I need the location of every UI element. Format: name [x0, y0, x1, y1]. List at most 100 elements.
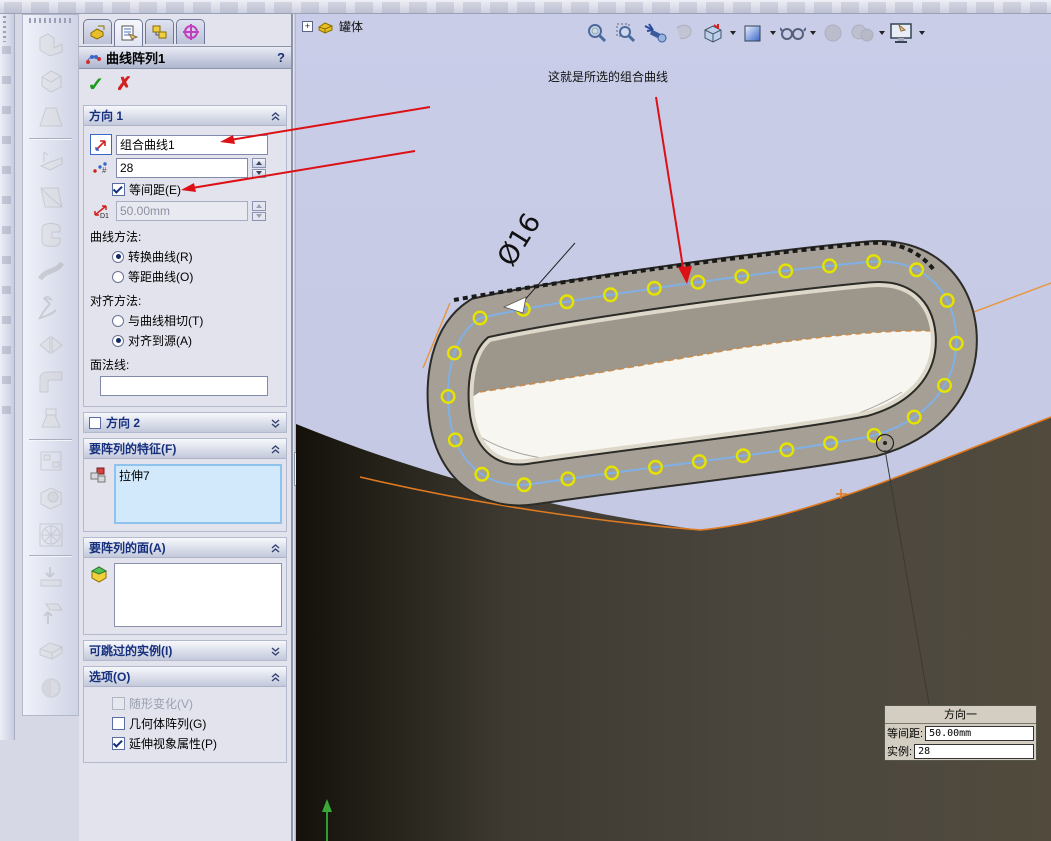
transform-curve-radio[interactable] — [112, 250, 124, 263]
instance-count-input[interactable] — [116, 158, 248, 178]
spacing-spinner[interactable] — [252, 201, 266, 221]
options-label: 选项(O) — [89, 670, 131, 684]
extrude-boss-icon[interactable] — [31, 63, 71, 99]
configuration-manager-tab[interactable] — [145, 19, 174, 44]
spacing-value-input[interactable] — [116, 201, 248, 221]
direction2-checkbox[interactable] — [89, 416, 101, 429]
feature-list-item[interactable]: 拉伸7 — [119, 467, 277, 484]
shell-icon[interactable] — [31, 216, 71, 252]
faces-to-pattern-listbox[interactable] — [114, 563, 282, 627]
chamfer-icon[interactable] — [31, 401, 71, 437]
propagate-visual-checkbox[interactable] — [112, 737, 125, 750]
circular-pattern-icon[interactable] — [31, 517, 71, 553]
direction-curve-input[interactable] — [116, 134, 268, 155]
toolbar-grip[interactable] — [29, 18, 72, 23]
collapse-chevron-icon[interactable] — [270, 672, 281, 682]
left-narrow-toolbar[interactable] — [0, 14, 15, 740]
toolbar-separator — [29, 138, 72, 140]
zoom-to-fit-icon[interactable] — [584, 20, 610, 46]
feature-manager-tab[interactable] — [83, 19, 112, 44]
revolve-cut-icon[interactable] — [31, 179, 71, 215]
shadows-icon[interactable] — [820, 20, 846, 46]
callout-instances-value[interactable]: 28 — [914, 743, 1034, 759]
options-group: 选项(O) 随形变化(V) 几何体阵列(G) 延伸视象属性(P) — [83, 666, 287, 763]
instances-to-skip-header[interactable]: 可跳过的实例(I) — [84, 641, 286, 660]
direction-arrow-icon — [95, 139, 106, 151]
graphics-viewport[interactable]: Ø16 + 罐体 这就是所选的组合曲线 方向一 等间距: 50.00mm 实例:… — [296, 14, 1051, 841]
face-normal-input[interactable] — [100, 376, 268, 396]
rotate-view-icon[interactable] — [671, 20, 697, 46]
expand-chevron-icon[interactable] — [270, 418, 281, 428]
instant3d-icon[interactable] — [31, 670, 71, 706]
curves-icon[interactable] — [31, 633, 71, 669]
tangent-to-curve-radio[interactable] — [112, 314, 124, 327]
expand-chevron-icon[interactable] — [270, 646, 281, 656]
toolbar-separator — [29, 555, 72, 557]
faces-to-pattern-group: 要阵列的面(A) — [83, 537, 287, 635]
dropdown-caret-icon[interactable] — [810, 31, 816, 35]
features-to-pattern-listbox[interactable]: 拉伸7 — [114, 464, 282, 524]
loft-boss-icon[interactable] — [31, 100, 71, 136]
svg-text:D1: D1 — [100, 213, 109, 219]
part-name-label[interactable]: 罐体 — [339, 18, 363, 35]
propagate-visual-label: 延伸视象属性(P) — [129, 737, 217, 751]
property-manager-header: 曲线阵列1 ? — [79, 46, 291, 69]
revolve-boss-icon[interactable] — [31, 26, 71, 62]
direction1-header[interactable]: 方向 1 — [84, 106, 286, 126]
property-manager-panel: 曲线阵列1 ? ✓ ✗ 方向 1 # — [79, 14, 293, 841]
dropdown-caret-icon[interactable] — [730, 31, 736, 35]
features-toolbar[interactable] — [22, 14, 79, 716]
display-style-icon[interactable] — [740, 20, 766, 46]
viewport-annotation-text: 这就是所选的组合曲线 — [548, 70, 669, 84]
zoom-to-area-icon[interactable] — [613, 20, 639, 46]
hole-wizard-icon[interactable] — [31, 480, 71, 516]
align-to-seed-radio[interactable] — [112, 334, 124, 347]
zoom-to-selection-icon[interactable] — [642, 20, 668, 46]
equal-spacing-checkbox[interactable] — [112, 183, 125, 196]
geometry-pattern-checkbox[interactable] — [112, 717, 125, 730]
faces-to-pattern-header[interactable]: 要阵列的面(A) — [84, 538, 286, 558]
callout-spacing-value[interactable]: 50.00mm — [925, 725, 1034, 741]
instance-count-spinner[interactable] — [252, 158, 266, 178]
offset-curve-radio[interactable] — [112, 270, 124, 283]
collapse-chevron-icon[interactable] — [270, 543, 281, 553]
direction2-header[interactable]: 方向 2 — [84, 413, 286, 432]
fillet-icon[interactable] — [31, 364, 71, 400]
dimxpert-tab[interactable] — [176, 19, 205, 44]
apply-scene-icon[interactable] — [849, 20, 875, 46]
view-orientation-icon[interactable] — [700, 20, 726, 46]
pattern-direction-button[interactable] — [90, 134, 112, 155]
dropdown-caret-icon[interactable] — [879, 31, 885, 35]
vary-sketch-checkbox — [112, 697, 125, 710]
dropdown-caret-icon[interactable] — [919, 31, 925, 35]
mirror-icon[interactable] — [31, 327, 71, 363]
collapse-chevron-icon[interactable] — [270, 444, 281, 454]
part-icon — [318, 22, 333, 34]
help-button[interactable]: ? — [277, 50, 285, 65]
features-to-pattern-header[interactable]: 要阵列的特征(F) — [84, 439, 286, 459]
dimxpert-icon — [182, 24, 199, 40]
hide-show-items-icon[interactable] — [780, 20, 806, 46]
options-header[interactable]: 选项(O) — [84, 667, 286, 687]
tree-expander[interactable]: + — [302, 21, 313, 32]
reference-geometry-icon[interactable] — [31, 596, 71, 632]
dropdown-caret-icon[interactable] — [770, 31, 776, 35]
spacing-dimension-icon: D1 — [94, 205, 109, 219]
cancel-button[interactable]: ✗ — [116, 75, 132, 94]
cutoff-toolbar-icons — [4, 2, 1047, 13]
faces-to-pattern-label: 要阵列的面(A) — [89, 541, 166, 555]
svg-text:#: # — [102, 166, 107, 174]
toolbar-grip[interactable] — [3, 16, 6, 42]
insert-base-icon[interactable] — [31, 559, 71, 595]
dome-icon[interactable] — [31, 290, 71, 326]
property-manager-tab[interactable] — [114, 19, 143, 46]
instance-count-icon: # — [93, 162, 107, 174]
curve-pattern-icon — [86, 54, 101, 64]
collapse-chevron-icon[interactable] — [270, 111, 281, 121]
linear-pattern-icon[interactable] — [31, 443, 71, 479]
ok-button[interactable]: ✓ — [87, 75, 104, 95]
fullscreen-icon[interactable] — [889, 20, 915, 46]
narrow-toolbar-icons[interactable] — [2, 46, 11, 416]
sweep-icon[interactable] — [31, 253, 71, 289]
extrude-cut-icon[interactable] — [31, 142, 71, 178]
